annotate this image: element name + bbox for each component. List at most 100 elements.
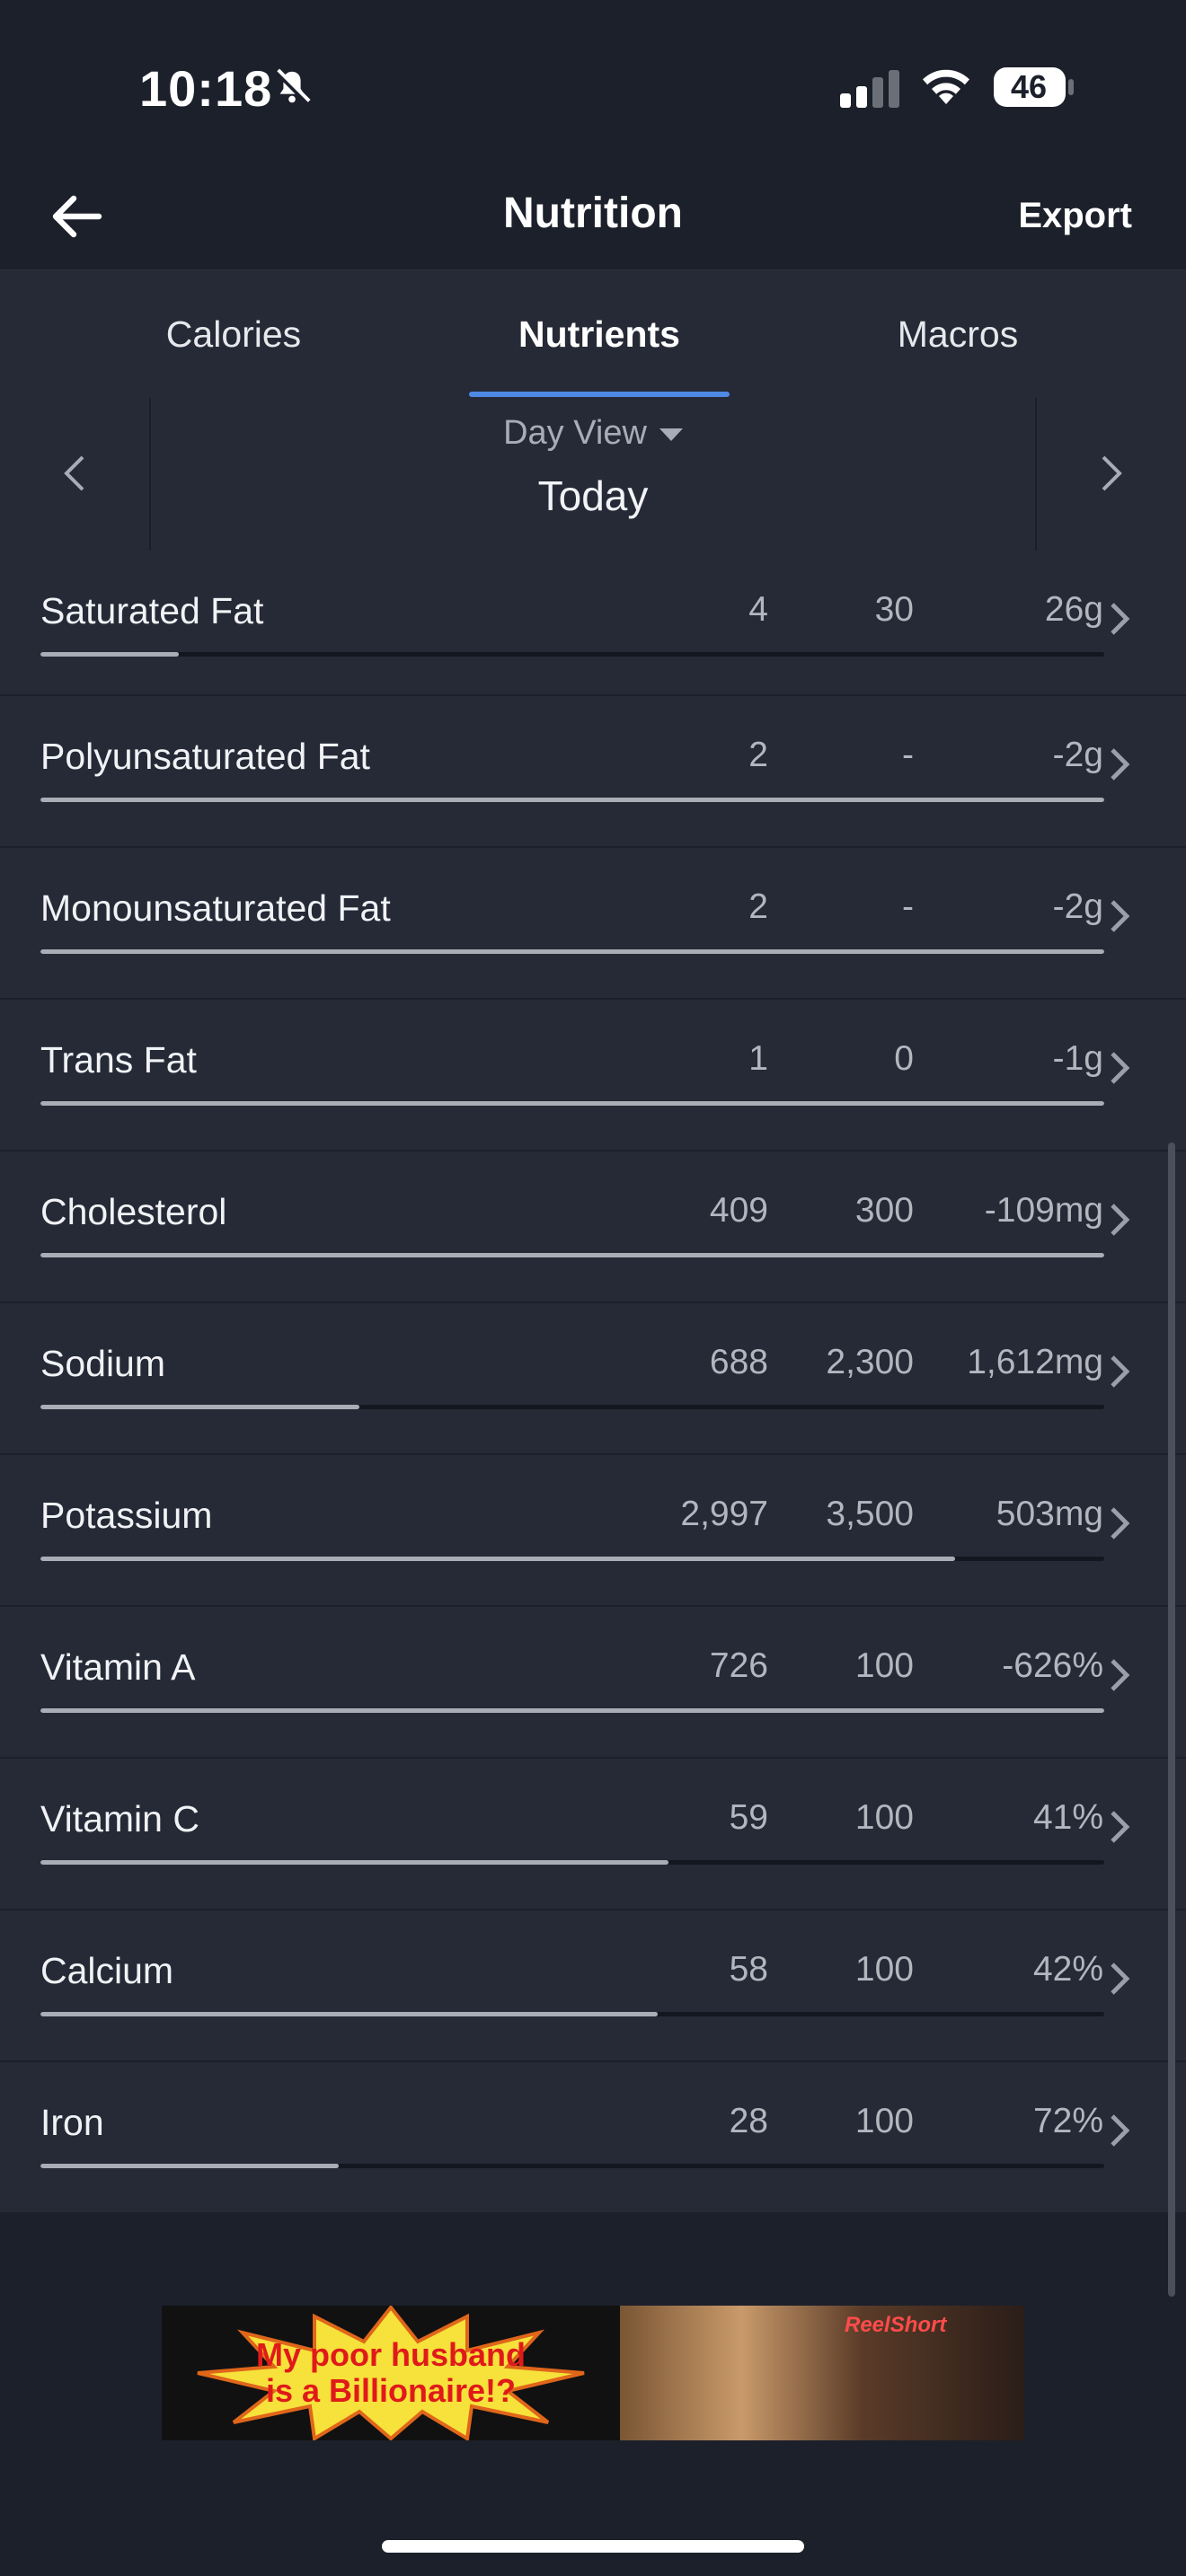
- nutrient-goal: 3,500: [826, 1495, 914, 1533]
- nutrient-left: 1,612mg: [967, 1343, 1103, 1381]
- tab-calories[interactable]: Calories: [54, 270, 413, 398]
- nutrient-row[interactable]: Potassium 2,997 3,500 503mg: [0, 1455, 1186, 1607]
- next-day-button[interactable]: [1035, 398, 1186, 551]
- progress-fill: [40, 1253, 1104, 1257]
- nutrient-total: 2: [748, 887, 768, 926]
- nutrient-total: 688: [709, 1343, 768, 1381]
- progress-fill: [40, 1405, 360, 1409]
- nutrient-left: -2g: [1052, 736, 1103, 774]
- signal-icon: [840, 70, 899, 108]
- nutrient-goal: -: [902, 887, 914, 926]
- nutrient-goal: 2,300: [826, 1343, 914, 1381]
- progress-bar: [40, 1405, 1104, 1409]
- export-button[interactable]: Export: [1018, 196, 1132, 236]
- chevron-right-icon: [1111, 1811, 1130, 1843]
- wifi-icon: [923, 69, 969, 104]
- progress-fill: [40, 949, 1104, 954]
- nutrient-row[interactable]: Iron 28 100 72%: [0, 2062, 1186, 2214]
- view-selector-label: Day View: [503, 414, 647, 452]
- nutrient-row[interactable]: Vitamin C 59 100 41%: [0, 1759, 1186, 1910]
- chevron-right-icon: [1102, 455, 1122, 491]
- nutrient-row[interactable]: Polyunsaturated Fat 2 - -2g: [0, 696, 1186, 848]
- progress-fill: [40, 1557, 956, 1561]
- progress-fill: [40, 2012, 658, 2016]
- nutrient-goal: -: [902, 736, 914, 774]
- chevron-right-icon: [1111, 1052, 1130, 1084]
- progress-bar: [40, 2012, 1104, 2016]
- nutrient-total: 2,997: [680, 1495, 768, 1533]
- view-selector[interactable]: Day View: [0, 414, 1186, 453]
- nutrient-left: 503mg: [996, 1495, 1103, 1533]
- nutrient-goal: 30: [874, 590, 914, 629]
- chevron-right-icon: [1111, 1355, 1130, 1388]
- nutrient-name: Monounsaturated Fat: [40, 887, 391, 929]
- progress-bar: [40, 1860, 1104, 1865]
- nutrient-row[interactable]: Monounsaturated Fat 2 - -2g: [0, 848, 1186, 1000]
- nutrient-total: 59: [729, 1798, 768, 1837]
- nutrient-total: 1: [748, 1039, 768, 1078]
- chevron-right-icon: [1111, 1659, 1130, 1691]
- ad-banner[interactable]: My poor husband is a Billionaire!? ReelS…: [162, 2306, 1024, 2440]
- chevron-right-icon: [1111, 1507, 1130, 1539]
- progress-bar: [40, 1253, 1104, 1257]
- nutrient-left: 41%: [1032, 1798, 1103, 1837]
- progress-bar: [40, 652, 1104, 657]
- scrollbar[interactable]: [1168, 1142, 1175, 2297]
- nutrient-goal: 100: [854, 1950, 914, 1989]
- progress-bar: [40, 798, 1104, 802]
- caret-down-icon: [659, 428, 683, 441]
- status-time: 10:18: [139, 60, 273, 117]
- nutrient-name: Cholesterol: [40, 1191, 227, 1232]
- nutrient-row[interactable]: Calcium 58 100 42%: [0, 1910, 1186, 2062]
- chevron-right-icon: [1111, 603, 1130, 635]
- nutrient-name: Vitamin C: [40, 1798, 199, 1839]
- nutrient-total: 726: [709, 1646, 768, 1685]
- nutrient-total: 409: [709, 1191, 768, 1230]
- nutrient-name: Potassium: [40, 1495, 213, 1536]
- nutrient-name: Saturated Fat: [40, 590, 264, 631]
- nutrient-left: 26g: [1044, 590, 1103, 629]
- battery-level: 46: [1010, 68, 1048, 105]
- nutrient-goal: 100: [854, 1646, 914, 1685]
- active-tab-indicator: [469, 392, 730, 397]
- progress-bar: [40, 1708, 1104, 1713]
- progress-fill: [40, 1708, 1104, 1713]
- nutrient-goal: 100: [854, 2102, 914, 2140]
- nutrient-left: 42%: [1032, 1950, 1103, 1989]
- progress-fill: [40, 2164, 339, 2168]
- nutrient-total: 4: [748, 590, 768, 629]
- nav-header: Nutrition Export: [0, 162, 1186, 270]
- chevron-right-icon: [1111, 1204, 1130, 1236]
- progress-fill: [40, 1860, 668, 1865]
- progress-fill: [40, 798, 1104, 802]
- nutrient-name: Polyunsaturated Fat: [40, 736, 370, 777]
- nutrient-left: -109mg: [984, 1191, 1103, 1230]
- nutrient-name: Vitamin A: [40, 1646, 196, 1688]
- nutrient-row[interactable]: Trans Fat 1 0 -1g: [0, 1000, 1186, 1151]
- tab-macros[interactable]: Macros: [778, 270, 1137, 398]
- nutrient-name: Sodium: [40, 1343, 166, 1384]
- progress-bar: [40, 1557, 1104, 1561]
- nutrient-row[interactable]: Vitamin A 726 100 -626%: [0, 1607, 1186, 1759]
- nutrient-goal: 100: [854, 1798, 914, 1837]
- home-indicator: [382, 2540, 804, 2553]
- nutrient-row[interactable]: Sodium 688 2,300 1,612mg: [0, 1303, 1186, 1455]
- nutrient-goal: 0: [894, 1039, 914, 1078]
- tab-nutrients[interactable]: Nutrients: [420, 270, 779, 398]
- nutrient-name: Calcium: [40, 1950, 174, 1991]
- progress-bar: [40, 949, 1104, 954]
- nutrient-total: 58: [729, 1950, 768, 1989]
- page-title: Nutrition: [503, 190, 683, 237]
- date-label: Today: [537, 472, 649, 519]
- nutrient-row[interactable]: Cholesterol 409 300 -109mg: [0, 1151, 1186, 1303]
- nutrient-total: 2: [748, 736, 768, 774]
- bell-muted-icon: [274, 68, 311, 105]
- nutrient-left: -626%: [1002, 1646, 1103, 1685]
- progress-fill: [40, 652, 179, 657]
- ad-brand: ReelShort: [845, 2313, 947, 2337]
- nutrient-goal: 300: [854, 1191, 914, 1230]
- chevron-right-icon: [1111, 1963, 1130, 1995]
- nutrient-row[interactable]: Saturated Fat 4 30 26g: [0, 551, 1186, 696]
- chevron-right-icon: [1111, 900, 1130, 932]
- progress-bar: [40, 1101, 1104, 1106]
